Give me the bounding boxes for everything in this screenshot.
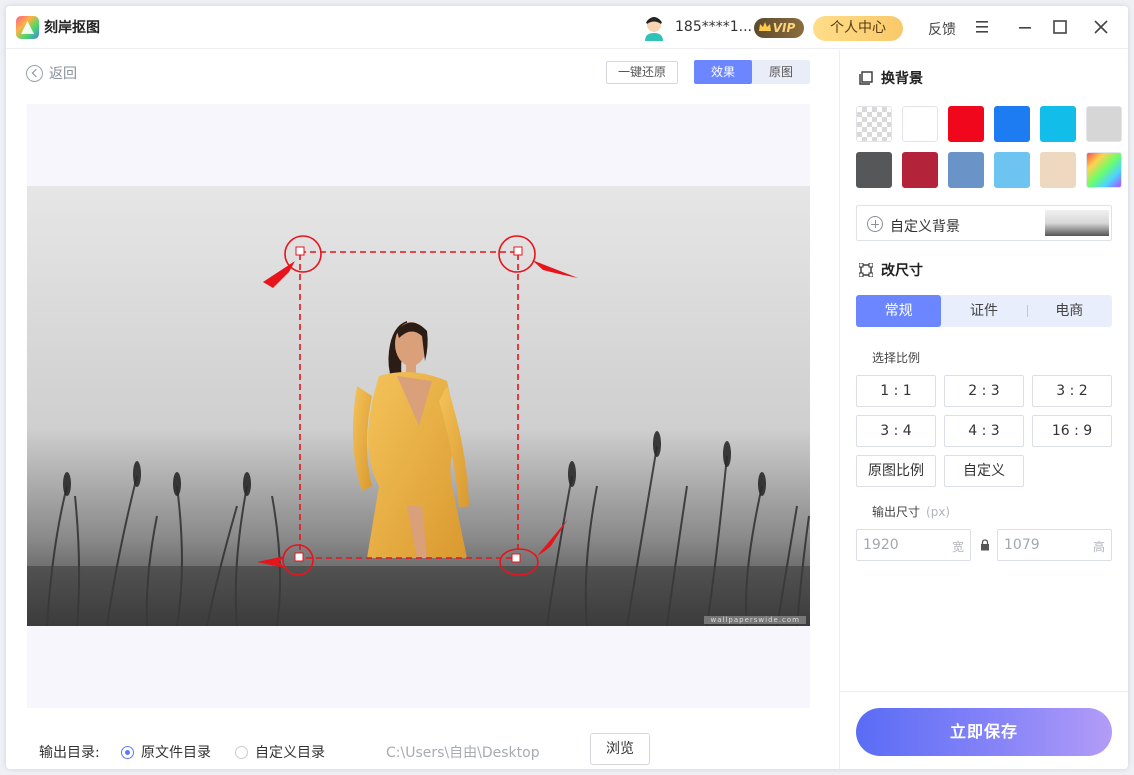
menu-icon[interactable] xyxy=(972,17,992,37)
custom-background-label: 自定义背景 xyxy=(890,219,960,235)
title-bar: 刻岸抠图 185****1... VIP 个人中心 反馈 xyxy=(6,6,1128,49)
tab-original[interactable]: 原图 xyxy=(752,60,810,84)
swatch-dark-gray[interactable] xyxy=(856,152,892,188)
radio-dot xyxy=(235,745,248,759)
radio-custom-dir[interactable]: 自定义目录 xyxy=(235,742,325,762)
ratio-label: 选择比例 xyxy=(872,351,921,365)
tab-id-photo[interactable]: 证件 xyxy=(941,295,1026,327)
ratio-3-4-button[interactable]: 3 : 4 xyxy=(856,415,936,447)
close-icon[interactable] xyxy=(1091,17,1111,37)
radio-original-dir[interactable]: 原文件目录 xyxy=(121,742,211,762)
settings-panel: 换背景 自定义背景 改尺寸 常规 证件 电商 选择比例 1: 1 2: 3 … xyxy=(839,50,1128,769)
swatch-blue[interactable] xyxy=(994,106,1030,142)
width-unit: 宽 xyxy=(951,540,964,554)
radio-label: 原文件目录 xyxy=(141,745,211,761)
tab-effect[interactable]: 效果 xyxy=(694,60,752,84)
back-arrow-icon xyxy=(26,64,43,82)
user-center-button[interactable]: 个人中心 xyxy=(813,16,903,41)
result-image[interactable]: wallpaperswide.com xyxy=(27,186,810,626)
back-button[interactable]: 返回 xyxy=(26,64,77,82)
save-button[interactable]: 立即保存 xyxy=(856,708,1112,756)
custom-background-thumbnail xyxy=(1045,210,1109,236)
background-title: 换背景 xyxy=(881,71,923,87)
height-field[interactable]: 1079 高 xyxy=(997,529,1112,561)
crop-icon xyxy=(859,263,873,277)
preview-pane: 返回 一键还原 效果 原图 wallpaperswide.com 输出目录: 原… xyxy=(6,50,838,769)
height-value: 1079 xyxy=(1004,537,1040,553)
app-title: 刻岸抠图 xyxy=(44,20,100,36)
height-unit: 高 xyxy=(1092,540,1105,554)
output-path: C:\Users\自由\Desktop xyxy=(386,745,540,761)
size-tabs: 常规 证件 电商 xyxy=(856,295,1112,327)
feedback-link[interactable]: 反馈 xyxy=(928,19,956,39)
maximize-icon[interactable] xyxy=(1050,17,1070,37)
back-label: 返回 xyxy=(49,66,77,82)
resize-title: 改尺寸 xyxy=(881,263,923,279)
radio-label: 自定义目录 xyxy=(255,745,325,761)
width-field[interactable]: 1920 宽 xyxy=(856,529,971,561)
swatch-cyan[interactable] xyxy=(1040,106,1076,142)
app-logo-icon xyxy=(16,16,39,39)
swatch-light-gray[interactable] xyxy=(1086,106,1122,142)
add-circle-icon xyxy=(867,216,883,232)
output-size-label: 输出尺寸 (px) xyxy=(872,503,950,520)
browse-button[interactable]: 浏览 xyxy=(590,733,650,765)
ratio-4-3-button[interactable]: 4 : 3 xyxy=(944,415,1024,447)
minimize-icon[interactable] xyxy=(1015,17,1035,37)
radio-dot xyxy=(121,745,134,759)
tab-ecommerce[interactable]: 电商 xyxy=(1026,295,1112,327)
output-dir-label: 输出目录: xyxy=(39,745,100,761)
swatch-white[interactable] xyxy=(902,106,938,142)
lock-icon[interactable] xyxy=(979,539,991,551)
tab-general[interactable]: 常规 xyxy=(856,295,942,327)
width-value: 1920 xyxy=(863,537,899,553)
output-size-unit: (px) xyxy=(926,505,951,519)
crown-icon xyxy=(759,22,771,31)
ratio-original-button[interactable]: 原图比例 xyxy=(856,455,936,487)
watermark-text: wallpaperswide.com xyxy=(704,616,806,624)
ratio-1-1-button[interactable]: 1 : 1 xyxy=(856,375,936,407)
swatch-transparent[interactable] xyxy=(856,106,892,142)
custom-background-button[interactable]: 自定义背景 xyxy=(856,205,1112,241)
ratio-2-3-button[interactable]: 2 : 3 xyxy=(944,375,1024,407)
vip-badge[interactable]: VIP xyxy=(754,18,804,38)
ratio-16-9-button[interactable]: 16 : 9 xyxy=(1032,415,1112,447)
ratio-custom-button[interactable]: 自定义 xyxy=(944,455,1024,487)
swatch-sky-blue[interactable] xyxy=(994,152,1030,188)
username[interactable]: 185****1... xyxy=(675,19,752,35)
output-size-text: 输出尺寸 xyxy=(872,505,921,519)
background-section-title: 换背景 xyxy=(859,68,923,88)
output-bar: 输出目录: 原文件目录 自定义目录 C:\Users\自由\Desktop 浏览 xyxy=(6,720,838,769)
swatch-steel-blue[interactable] xyxy=(948,152,984,188)
resize-section-title: 改尺寸 xyxy=(859,260,923,280)
user-avatar-icon[interactable] xyxy=(642,15,666,41)
ratio-3-2-button[interactable]: 3 : 2 xyxy=(1032,375,1112,407)
save-area: 立即保存 xyxy=(840,691,1128,769)
photo-graphic xyxy=(27,186,810,626)
swatch-beige[interactable] xyxy=(1040,152,1076,188)
swatch-rainbow[interactable] xyxy=(1086,152,1122,188)
vip-label: VIP xyxy=(772,21,796,35)
app-window: 刻岸抠图 185****1... VIP 个人中心 反馈 返回 一键还原 效果 … xyxy=(6,6,1128,769)
layers-icon xyxy=(859,71,873,85)
view-toggle: 效果 原图 xyxy=(694,60,810,84)
image-canvas: wallpaperswide.com xyxy=(27,104,810,708)
swatch-crimson[interactable] xyxy=(902,152,938,188)
swatch-red[interactable] xyxy=(948,106,984,142)
restore-button[interactable]: 一键还原 xyxy=(606,61,678,84)
